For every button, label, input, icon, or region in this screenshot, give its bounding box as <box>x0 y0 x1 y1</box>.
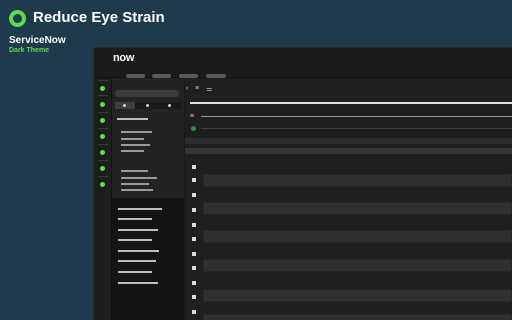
app-rail <box>94 78 112 320</box>
nav-item[interactable] <box>118 218 152 220</box>
row-checkbox[interactable] <box>192 193 196 197</box>
rail-divider <box>98 80 108 81</box>
header-rule <box>190 102 512 104</box>
rail-divider <box>98 95 108 96</box>
rail-dot-icon[interactable] <box>100 102 105 107</box>
rail-dot-icon[interactable] <box>100 150 105 155</box>
filter-navigator-input[interactable] <box>115 90 179 97</box>
star-icon[interactable] <box>146 104 149 107</box>
breadcrumb-line <box>201 116 512 117</box>
table-row[interactable] <box>203 314 512 320</box>
rail-dot-icon[interactable] <box>100 86 105 91</box>
nav-item[interactable] <box>118 260 156 262</box>
servicenow-window: now ‹ ≡ ⚌ ≡ <box>94 48 512 320</box>
list-menu-icon[interactable]: ≡ <box>190 113 194 120</box>
chevron-left-icon[interactable]: ‹ <box>186 85 188 92</box>
row-checkbox[interactable] <box>192 165 196 169</box>
rail-divider <box>98 160 108 161</box>
row-checkbox[interactable] <box>192 295 196 299</box>
row-checkbox[interactable] <box>192 266 196 270</box>
status-dot-icon <box>191 126 196 131</box>
rail-dot-icon[interactable] <box>100 118 105 123</box>
row-checkbox[interactable] <box>192 252 196 256</box>
hamburger-icon[interactable]: ≡ <box>195 85 199 92</box>
filter-icon[interactable]: ⚌ <box>206 85 212 93</box>
table-row[interactable] <box>203 289 512 302</box>
now-logo[interactable]: now <box>113 52 134 64</box>
nav-module[interactable] <box>121 131 152 133</box>
promo-subtitle: Dark Theme <box>9 47 50 54</box>
nav-item[interactable] <box>118 282 158 284</box>
nav-module[interactable] <box>121 144 150 146</box>
table-row[interactable] <box>203 230 512 243</box>
promo-brand: ServiceNow <box>9 35 66 46</box>
row-checkbox[interactable] <box>192 310 196 314</box>
table-row[interactable] <box>203 174 512 187</box>
nav-module[interactable] <box>121 177 157 179</box>
nav-module[interactable] <box>121 138 144 140</box>
breadcrumb-line <box>201 128 512 129</box>
column-header-row <box>185 148 512 154</box>
list-view: ‹ ≡ ⚌ ≡ <box>185 78 512 320</box>
rail-divider <box>98 176 108 177</box>
nav-module[interactable] <box>121 170 148 172</box>
list-toolbar <box>185 138 512 144</box>
row-checkbox[interactable] <box>192 223 196 227</box>
navigator-tabs <box>115 102 181 109</box>
rail-divider <box>98 128 108 129</box>
extension-logo-icon <box>9 10 26 27</box>
nav-module[interactable] <box>121 150 144 152</box>
rail-dot-icon[interactable] <box>100 166 105 171</box>
nav-module[interactable] <box>121 183 149 185</box>
nav-item[interactable] <box>118 229 158 231</box>
row-checkbox[interactable] <box>192 178 196 182</box>
tab-all[interactable] <box>115 102 135 109</box>
top-bar: now <box>94 48 512 78</box>
menu-icon <box>123 104 126 107</box>
nav-item[interactable] <box>118 239 152 241</box>
rail-dot-icon[interactable] <box>100 134 105 139</box>
row-checkbox[interactable] <box>192 237 196 241</box>
row-checkbox[interactable] <box>192 208 196 212</box>
rail-dot-icon[interactable] <box>100 182 105 187</box>
nav-item[interactable] <box>118 271 152 273</box>
nav-module[interactable] <box>121 189 153 191</box>
nav-item[interactable] <box>118 250 159 252</box>
table-row[interactable] <box>203 202 512 215</box>
promo-headline: Reduce Eye Strain <box>33 9 165 26</box>
table-row[interactable] <box>203 259 512 272</box>
nav-section-heading[interactable] <box>117 118 148 120</box>
nav-item[interactable] <box>118 208 162 210</box>
history-icon[interactable] <box>168 104 171 107</box>
rail-divider <box>98 144 108 145</box>
navigator-lower-list <box>112 198 184 320</box>
rail-divider <box>98 112 108 113</box>
row-checkbox[interactable] <box>192 281 196 285</box>
